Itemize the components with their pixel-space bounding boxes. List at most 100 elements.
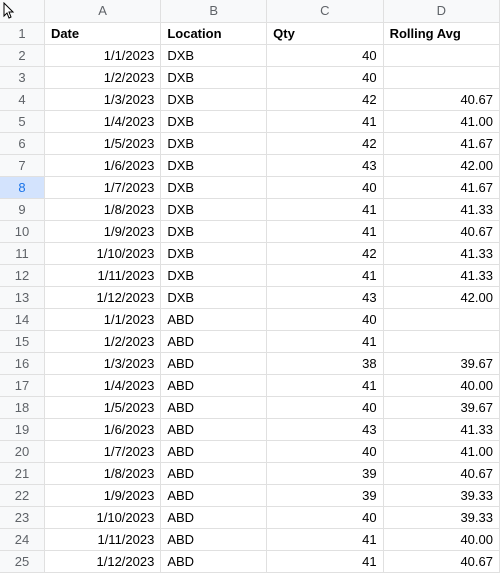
cell-B19[interactable]: ABD <box>161 418 267 440</box>
row-header-18[interactable]: 18 <box>0 396 44 418</box>
cell-A19[interactable]: 1/6/2023 <box>44 418 160 440</box>
cell-D14[interactable] <box>383 308 499 330</box>
cell-C25[interactable]: 41 <box>267 550 383 572</box>
cell-A22[interactable]: 1/9/2023 <box>44 484 160 506</box>
row-header-24[interactable]: 24 <box>0 528 44 550</box>
row-header-10[interactable]: 10 <box>0 220 44 242</box>
spreadsheet-grid[interactable]: A B C D 1 Date Location Qty Rolling Avg … <box>0 0 500 573</box>
cell-C20[interactable]: 40 <box>267 440 383 462</box>
cell-A8[interactable]: 1/7/2023 <box>44 176 160 198</box>
cell-B15[interactable]: ABD <box>161 330 267 352</box>
cell-C16[interactable]: 38 <box>267 352 383 374</box>
cell-C10[interactable]: 41 <box>267 220 383 242</box>
cell-B17[interactable]: ABD <box>161 374 267 396</box>
row-header-3[interactable]: 3 <box>0 66 44 88</box>
cell-B9[interactable]: DXB <box>161 198 267 220</box>
cell-B1[interactable]: Location <box>161 22 267 44</box>
cell-B12[interactable]: DXB <box>161 264 267 286</box>
cell-B2[interactable]: DXB <box>161 44 267 66</box>
col-header-A[interactable]: A <box>44 0 160 22</box>
cell-C13[interactable]: 43 <box>267 286 383 308</box>
cell-A16[interactable]: 1/3/2023 <box>44 352 160 374</box>
cell-B22[interactable]: ABD <box>161 484 267 506</box>
cell-A18[interactable]: 1/5/2023 <box>44 396 160 418</box>
cell-C24[interactable]: 41 <box>267 528 383 550</box>
row-header-12[interactable]: 12 <box>0 264 44 286</box>
row-header-16[interactable]: 16 <box>0 352 44 374</box>
cell-D17[interactable]: 40.00 <box>383 374 499 396</box>
cell-A24[interactable]: 1/11/2023 <box>44 528 160 550</box>
cell-A17[interactable]: 1/4/2023 <box>44 374 160 396</box>
row-header-8[interactable]: 8 <box>0 176 44 198</box>
cell-D8[interactable]: 41.67 <box>383 176 499 198</box>
cell-C23[interactable]: 40 <box>267 506 383 528</box>
row-header-14[interactable]: 14 <box>0 308 44 330</box>
cell-C3[interactable]: 40 <box>267 66 383 88</box>
cell-C19[interactable]: 43 <box>267 418 383 440</box>
cell-A20[interactable]: 1/7/2023 <box>44 440 160 462</box>
row-header-1[interactable]: 1 <box>0 22 44 44</box>
cell-C1[interactable]: Qty <box>267 22 383 44</box>
row-header-25[interactable]: 25 <box>0 550 44 572</box>
cell-B24[interactable]: ABD <box>161 528 267 550</box>
cell-A23[interactable]: 1/10/2023 <box>44 506 160 528</box>
cell-B16[interactable]: ABD <box>161 352 267 374</box>
col-header-C[interactable]: C <box>267 0 383 22</box>
cell-A7[interactable]: 1/6/2023 <box>44 154 160 176</box>
cell-B5[interactable]: DXB <box>161 110 267 132</box>
cell-C2[interactable]: 40 <box>267 44 383 66</box>
cell-D22[interactable]: 39.33 <box>383 484 499 506</box>
row-header-6[interactable]: 6 <box>0 132 44 154</box>
cell-A1[interactable]: Date <box>44 22 160 44</box>
cell-A6[interactable]: 1/5/2023 <box>44 132 160 154</box>
cell-B20[interactable]: ABD <box>161 440 267 462</box>
cell-D13[interactable]: 42.00 <box>383 286 499 308</box>
cell-C22[interactable]: 39 <box>267 484 383 506</box>
cell-D16[interactable]: 39.67 <box>383 352 499 374</box>
cell-A4[interactable]: 1/3/2023 <box>44 88 160 110</box>
row-header-17[interactable]: 17 <box>0 374 44 396</box>
cell-B14[interactable]: ABD <box>161 308 267 330</box>
col-header-B[interactable]: B <box>161 0 267 22</box>
cell-B10[interactable]: DXB <box>161 220 267 242</box>
cell-A11[interactable]: 1/10/2023 <box>44 242 160 264</box>
cell-B7[interactable]: DXB <box>161 154 267 176</box>
cell-D6[interactable]: 41.67 <box>383 132 499 154</box>
cell-D9[interactable]: 41.33 <box>383 198 499 220</box>
cell-D18[interactable]: 39.67 <box>383 396 499 418</box>
cell-C11[interactable]: 42 <box>267 242 383 264</box>
row-header-15[interactable]: 15 <box>0 330 44 352</box>
cell-A12[interactable]: 1/11/2023 <box>44 264 160 286</box>
cell-D1[interactable]: Rolling Avg <box>383 22 499 44</box>
cell-D5[interactable]: 41.00 <box>383 110 499 132</box>
cell-A14[interactable]: 1/1/2023 <box>44 308 160 330</box>
row-header-9[interactable]: 9 <box>0 198 44 220</box>
cell-B3[interactable]: DXB <box>161 66 267 88</box>
cell-D20[interactable]: 41.00 <box>383 440 499 462</box>
cell-D3[interactable] <box>383 66 499 88</box>
cell-B13[interactable]: DXB <box>161 286 267 308</box>
cell-A15[interactable]: 1/2/2023 <box>44 330 160 352</box>
cell-C6[interactable]: 42 <box>267 132 383 154</box>
cell-B6[interactable]: DXB <box>161 132 267 154</box>
cell-A13[interactable]: 1/12/2023 <box>44 286 160 308</box>
cell-A5[interactable]: 1/4/2023 <box>44 110 160 132</box>
cell-C12[interactable]: 41 <box>267 264 383 286</box>
cell-D15[interactable] <box>383 330 499 352</box>
cell-D7[interactable]: 42.00 <box>383 154 499 176</box>
row-header-19[interactable]: 19 <box>0 418 44 440</box>
col-header-D[interactable]: D <box>383 0 499 22</box>
cell-C17[interactable]: 41 <box>267 374 383 396</box>
cell-B4[interactable]: DXB <box>161 88 267 110</box>
row-header-13[interactable]: 13 <box>0 286 44 308</box>
row-header-20[interactable]: 20 <box>0 440 44 462</box>
cell-A2[interactable]: 1/1/2023 <box>44 44 160 66</box>
row-header-5[interactable]: 5 <box>0 110 44 132</box>
cell-C9[interactable]: 41 <box>267 198 383 220</box>
row-header-23[interactable]: 23 <box>0 506 44 528</box>
row-header-7[interactable]: 7 <box>0 154 44 176</box>
select-all-corner[interactable] <box>0 0 44 22</box>
cell-A3[interactable]: 1/2/2023 <box>44 66 160 88</box>
cell-D12[interactable]: 41.33 <box>383 264 499 286</box>
row-header-4[interactable]: 4 <box>0 88 44 110</box>
